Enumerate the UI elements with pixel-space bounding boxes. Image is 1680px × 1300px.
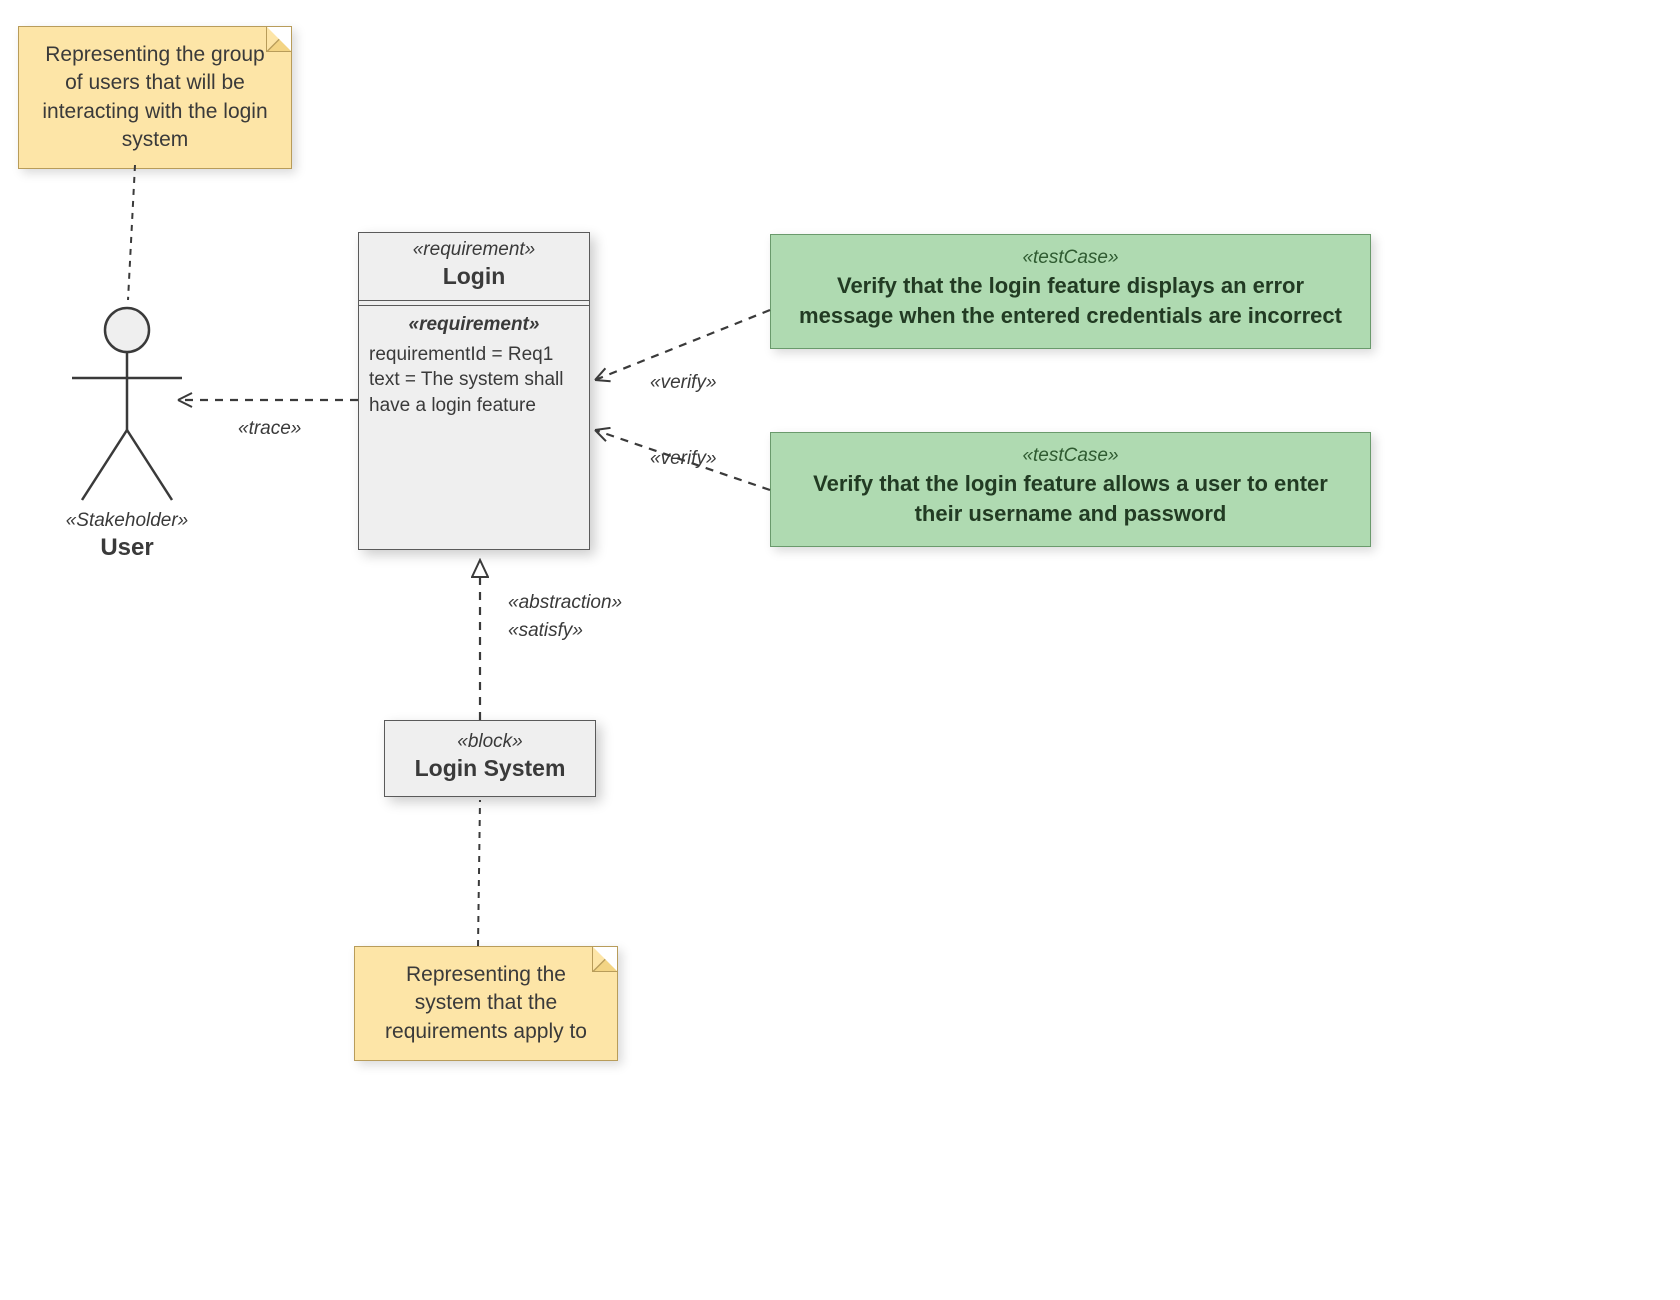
- note-user-group: Representing the group of users that wil…: [18, 26, 292, 169]
- requirement-body-stereotype: «requirement»: [369, 312, 579, 338]
- note-fold-icon: [592, 947, 617, 972]
- edge-label-satisfy: «satisfy»: [508, 620, 583, 642]
- edge-label-abstraction: «abstraction»: [508, 592, 622, 614]
- note-text: Representing the system that the require…: [385, 963, 587, 1043]
- testcase-stereotype: «testCase»: [793, 247, 1348, 269]
- edge-label-trace: «trace»: [238, 418, 301, 440]
- testcase-body: Verify that the login feature allows a u…: [793, 469, 1348, 528]
- note-text: Representing the group of users that wil…: [42, 43, 267, 151]
- block-name: Login System: [405, 755, 575, 782]
- testcase-enter-credentials: «testCase» Verify that the login feature…: [770, 432, 1371, 547]
- note-system: Representing the system that the require…: [354, 946, 618, 1061]
- note-fold-icon: [266, 27, 291, 52]
- edge-label-verify-2: «verify»: [650, 448, 717, 470]
- connectors: [0, 0, 1680, 1300]
- actor-user: «Stakeholder» User: [42, 300, 212, 562]
- requirement-login: «requirement» Login «requirement» requir…: [358, 232, 590, 550]
- requirement-id-line: requirementId = Req1: [369, 342, 579, 368]
- actor-name: User: [42, 534, 212, 562]
- requirement-header-stereotype: «requirement»: [365, 239, 583, 261]
- block-stereotype: «block»: [405, 731, 575, 753]
- diagram-canvas: Representing the group of users that wil…: [0, 0, 1680, 1300]
- actor-icon: [42, 300, 212, 505]
- testcase-stereotype: «testCase»: [793, 445, 1348, 467]
- testcase-body: Verify that the login feature displays a…: [793, 271, 1348, 330]
- requirement-text-line: text = The system shall have a login fea…: [369, 367, 579, 418]
- testcase-error-message: «testCase» Verify that the login feature…: [770, 234, 1371, 349]
- actor-stereotype: «Stakeholder»: [42, 510, 212, 532]
- edge-label-verify-1: «verify»: [650, 372, 717, 394]
- block-login-system: «block» Login System: [384, 720, 596, 797]
- requirement-header-name: Login: [365, 263, 583, 290]
